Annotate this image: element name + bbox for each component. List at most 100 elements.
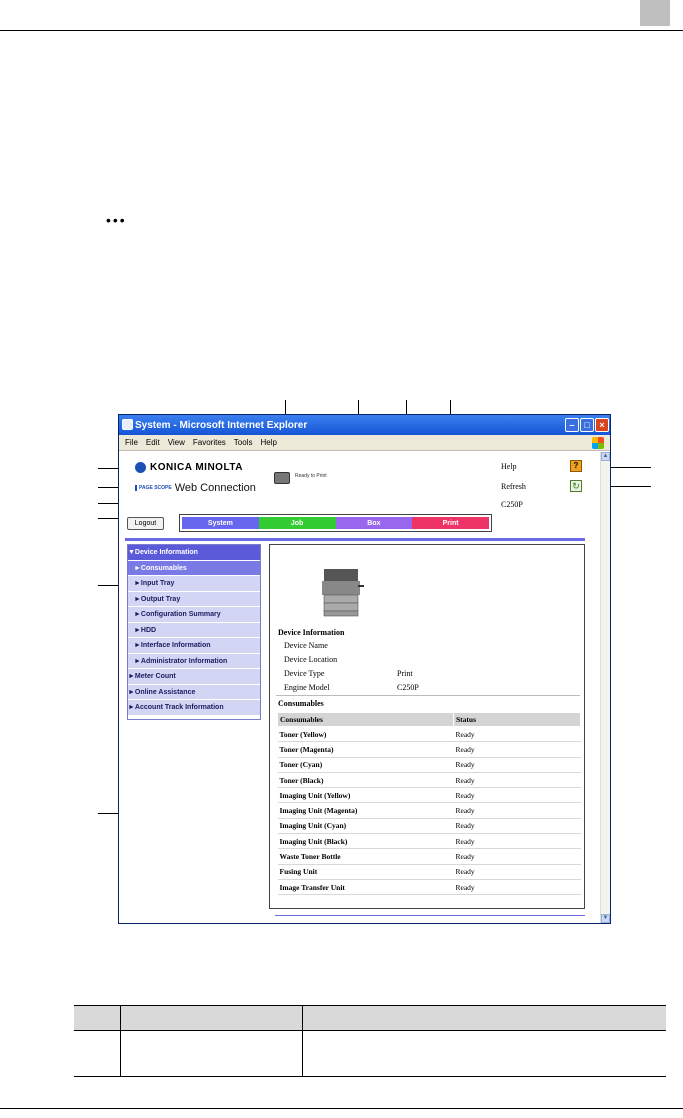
column-header-status: Status: [453, 712, 581, 727]
menu-bar: File Edit View Favorites Tools Help: [119, 435, 610, 451]
page-number-badge: [640, 0, 670, 26]
header-rule: [0, 30, 683, 31]
window-title: System - Microsoft Internet Explorer: [135, 419, 308, 431]
printer-status-text: Ready to Print: [295, 473, 327, 479]
table-row: Toner (Yellow) Ready: [277, 726, 581, 743]
header-divider: [125, 538, 585, 541]
help-icon[interactable]: ?: [570, 460, 582, 472]
consumable-name: Imaging Unit (Yellow): [277, 787, 454, 804]
sidebar-item-configuration-summary[interactable]: ►Configuration Summary: [128, 607, 260, 623]
sidebar-item-online-assistance[interactable]: ►Online Assistance: [128, 684, 260, 700]
vertical-scrollbar[interactable]: ▲ ▼: [600, 452, 610, 923]
ie-icon: [122, 419, 133, 430]
sidebar-item-device-information[interactable]: ▼Device Information: [128, 545, 260, 561]
menu-edit[interactable]: Edit: [146, 438, 160, 447]
consumable-name: Toner (Cyan): [277, 757, 454, 773]
tab-job[interactable]: Job: [258, 517, 336, 529]
description-table: [74, 1005, 666, 1077]
consumable-name: Waste Toner Bottle: [277, 848, 454, 865]
consumable-status: Ready: [453, 848, 581, 865]
engine-model-label: Engine Model: [284, 683, 330, 692]
sidebar-item-input-tray[interactable]: ►Input Tray: [128, 576, 260, 592]
tab-system[interactable]: System: [182, 517, 259, 529]
pagescope-mark: PAGE SCOPE: [135, 485, 172, 491]
tab-print[interactable]: Print: [412, 517, 489, 529]
consumable-status: Ready: [453, 802, 581, 819]
consumable-name: Imaging Unit (Magenta): [277, 802, 454, 819]
sidebar-item-administrator-information[interactable]: ►Administrator Information: [128, 653, 260, 669]
section-divider: [276, 695, 580, 696]
logout-button[interactable]: Logout: [127, 517, 164, 530]
consumable-name: Toner (Magenta): [277, 741, 454, 758]
sidebar-item-consumables[interactable]: ►Consumables: [128, 560, 260, 576]
consumable-status: Ready: [453, 879, 581, 896]
table-cell: [74, 1030, 120, 1077]
table-row: Waste Toner Bottle Ready: [277, 848, 581, 865]
sidebar-item-hdd[interactable]: ►HDD: [128, 622, 260, 638]
tab-box[interactable]: Box: [335, 517, 413, 529]
konica-minolta-logo: KONICA MINOLTA: [135, 462, 243, 473]
table-row: Imaging Unit (Magenta) Ready: [277, 802, 581, 819]
consumable-status: Ready: [453, 726, 581, 743]
table-row: Toner (Black) Ready: [277, 772, 581, 789]
scroll-up-icon[interactable]: ▲: [601, 452, 610, 461]
table-row: [74, 1030, 666, 1077]
minimize-icon[interactable]: –: [565, 418, 579, 432]
consumable-name: Fusing Unit: [277, 864, 454, 880]
device-location-label: Device Location: [284, 655, 338, 664]
scroll-down-icon[interactable]: ▼: [601, 914, 610, 923]
consumable-status: Ready: [453, 787, 581, 804]
table-row: Image Transfer Unit Ready: [277, 879, 581, 896]
menu-file[interactable]: File: [125, 438, 138, 447]
refresh-label[interactable]: Refresh: [501, 482, 526, 491]
consumable-status: Ready: [453, 757, 581, 773]
table-cell: [301, 1030, 666, 1077]
consumable-status: Ready: [453, 864, 581, 880]
side-menu: ▼Device Information ►Consumables ►Input …: [127, 544, 261, 720]
table-header-cell: [74, 1005, 120, 1031]
sidebar-item-meter-count[interactable]: ►Meter Count: [128, 669, 260, 685]
table-row: Toner (Magenta) Ready: [277, 741, 581, 758]
device-model: C250P: [501, 500, 523, 509]
menu-favorites[interactable]: Favorites: [193, 438, 226, 447]
consumable-status: Ready: [453, 833, 581, 850]
windows-logo-icon: [592, 437, 604, 449]
sidebar-item-interface-information[interactable]: ►Interface Information: [128, 638, 260, 654]
main-tabs: System Job Box Print: [179, 514, 492, 532]
table-row: Imaging Unit (Cyan) Ready: [277, 818, 581, 835]
consumable-name: Imaging Unit (Black): [277, 833, 454, 850]
menu-help[interactable]: Help: [260, 438, 276, 447]
product-name: Web Connection: [174, 482, 256, 494]
maximize-icon[interactable]: □: [580, 418, 594, 432]
menu-tools[interactable]: Tools: [234, 438, 253, 447]
page-content: KONICA MINOLTA PAGE SCOPE Web Connection…: [119, 452, 600, 923]
consumable-name: Toner (Black): [277, 772, 454, 789]
column-header-consumables: Consumables: [277, 712, 454, 727]
consumables-table: Consumables Status Toner (Yellow) Ready T…: [277, 712, 581, 896]
device-info-title: Device Information: [278, 628, 345, 637]
table-row: Fusing Unit Ready: [277, 864, 581, 880]
device-type-value: Print: [397, 669, 413, 678]
consumable-name: Imaging Unit (Cyan): [277, 818, 454, 835]
brand-mark-icon: [135, 462, 146, 473]
device-name-label: Device Name: [284, 641, 328, 650]
pagescope-logo: PAGE SCOPE Web Connection: [135, 482, 256, 494]
menu-view[interactable]: View: [168, 438, 185, 447]
refresh-icon[interactable]: ↻: [570, 480, 582, 492]
sidebar-item-account-track-information[interactable]: ►Account Track Information: [128, 700, 260, 716]
note-icon: •••: [106, 212, 127, 228]
consumable-status: Ready: [453, 741, 581, 758]
sidebar-item-output-tray[interactable]: ►Output Tray: [128, 591, 260, 607]
printer-status-icon: [274, 472, 290, 484]
table-cell: [119, 1030, 302, 1077]
consumable-status: Ready: [453, 818, 581, 835]
browser-window: System - Microsoft Internet Explorer – □…: [118, 414, 611, 924]
device-info-panel: Device Information Device Name Device Lo…: [269, 544, 585, 909]
consumable-status: Ready: [453, 772, 581, 789]
engine-model-value: C250P: [397, 683, 419, 692]
help-label[interactable]: Help: [501, 462, 517, 471]
table-row: Imaging Unit (Black) Ready: [277, 833, 581, 850]
close-icon[interactable]: ×: [595, 418, 609, 432]
footer-rule: [0, 1108, 683, 1109]
device-type-label: Device Type: [284, 669, 325, 678]
